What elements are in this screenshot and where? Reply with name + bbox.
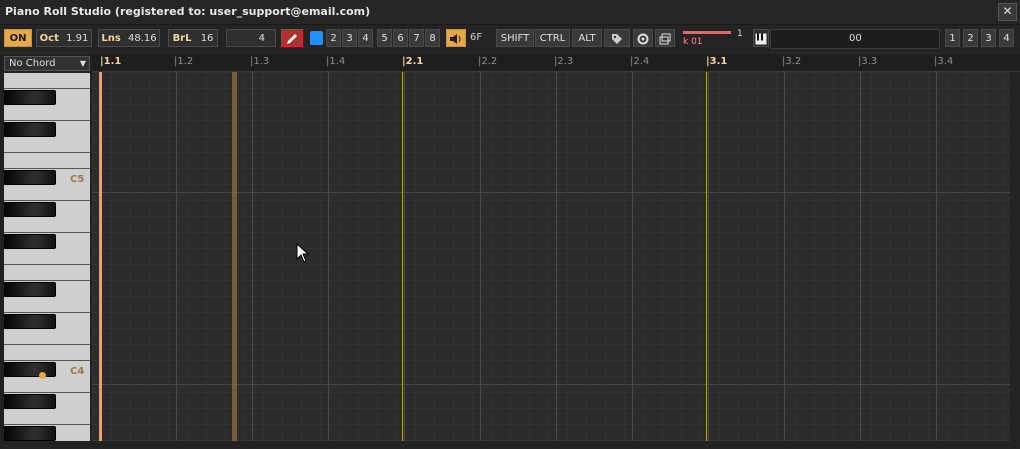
ruler-tick: |3.2 bbox=[782, 56, 802, 67]
mouse-cursor-icon bbox=[296, 243, 310, 263]
color-swatch-button[interactable] bbox=[310, 31, 323, 45]
channel-button-3[interactable]: 3 bbox=[342, 29, 357, 47]
channel-button-2[interactable]: 2 bbox=[326, 29, 341, 47]
white-key-divider bbox=[4, 280, 90, 281]
key-label-c5: C5 bbox=[70, 174, 85, 185]
ruler-tick: |3.4 bbox=[934, 56, 954, 67]
white-key-divider bbox=[4, 88, 90, 89]
piano-keys-icon[interactable] bbox=[753, 29, 769, 47]
lines-control[interactable]: Lns 48.16 bbox=[98, 29, 160, 47]
black-key[interactable] bbox=[4, 362, 56, 377]
page-button-2[interactable]: 2 bbox=[963, 29, 978, 47]
ruler-tick: |2.2 bbox=[478, 56, 498, 67]
ruler-tick: |1.3 bbox=[250, 56, 270, 67]
white-key-divider bbox=[4, 168, 90, 169]
note-grid[interactable] bbox=[92, 72, 1010, 441]
bottom-bar bbox=[0, 441, 1020, 449]
key-label-c4: C4 bbox=[70, 366, 85, 377]
value-input[interactable]: 00 bbox=[770, 29, 940, 49]
ruler-tick: |1.4 bbox=[326, 56, 346, 67]
black-key[interactable] bbox=[4, 394, 56, 409]
black-key[interactable] bbox=[4, 90, 56, 105]
note-grid-lines bbox=[92, 72, 1010, 441]
vertical-scrollbar[interactable] bbox=[1010, 72, 1020, 441]
window-title: Piano Roll Studio (registered to: user_s… bbox=[5, 5, 371, 18]
group-button-7[interactable]: 7 bbox=[409, 29, 424, 47]
white-key-divider bbox=[4, 200, 90, 201]
bar-length-label: BrL bbox=[172, 33, 192, 44]
chord-select-label: No Chord bbox=[9, 58, 56, 69]
window-icon[interactable] bbox=[655, 29, 675, 47]
black-key[interactable] bbox=[4, 314, 56, 329]
pencil-tool-icon[interactable] bbox=[281, 29, 303, 47]
gear-icon[interactable] bbox=[633, 29, 653, 47]
value-input-text: 00 bbox=[849, 33, 862, 44]
channel-button-4[interactable]: 4 bbox=[358, 29, 373, 47]
grid-division-field[interactable]: 4 bbox=[226, 29, 276, 47]
shift-modifier-button[interactable]: SHIFT bbox=[496, 29, 534, 47]
bar-length-value: 16 bbox=[200, 33, 214, 44]
velocity-label: k 01 bbox=[683, 37, 703, 47]
playhead-marker bbox=[232, 72, 237, 441]
lines-label: Lns bbox=[101, 33, 121, 44]
group-button-8[interactable]: 8 bbox=[425, 29, 440, 47]
velocity-value: 1 bbox=[737, 29, 743, 39]
black-key[interactable] bbox=[4, 426, 56, 441]
white-key-divider bbox=[4, 152, 90, 153]
lines-value: 48.16 bbox=[128, 33, 157, 44]
title-bar: Piano Roll Studio (registered to: user_s… bbox=[0, 0, 1020, 25]
ruler-tick: |1.2 bbox=[174, 56, 194, 67]
timeline-ruler[interactable]: |1.1 |1.2 |1.3 |1.4 |2.1 |2.2 |2.3 |2.4 |3.1 |3.2… bbox=[92, 54, 1020, 72]
black-key[interactable] bbox=[4, 282, 56, 297]
ruler-tick: |1.1 bbox=[100, 56, 122, 67]
ruler-tick: |2.4 bbox=[630, 56, 650, 67]
tag-icon[interactable] bbox=[604, 29, 630, 47]
page-button-1[interactable]: 1 bbox=[945, 29, 960, 47]
page-button-4[interactable]: 4 bbox=[999, 29, 1014, 47]
black-key[interactable] bbox=[4, 170, 56, 185]
ruler-tick: |2.3 bbox=[554, 56, 574, 67]
speaker-icon[interactable] bbox=[446, 29, 466, 47]
black-key[interactable] bbox=[4, 202, 56, 217]
chevron-down-icon: ▼ bbox=[79, 59, 86, 68]
white-key-divider bbox=[4, 360, 90, 361]
group-button-6[interactable]: 6 bbox=[393, 29, 408, 47]
close-icon[interactable]: ✕ bbox=[998, 3, 1017, 21]
octave-control[interactable]: Oct 1.91 bbox=[36, 29, 92, 47]
playhead-key-indicator bbox=[39, 372, 46, 379]
ruler-tick: |3.1 bbox=[706, 56, 728, 67]
black-key[interactable] bbox=[4, 122, 56, 137]
ruler-tick: |3.3 bbox=[858, 56, 878, 67]
octave-value: 1.91 bbox=[66, 33, 89, 44]
white-key-divider bbox=[4, 120, 90, 121]
white-key-divider bbox=[4, 344, 90, 345]
white-key-divider bbox=[4, 264, 90, 265]
velocity-bar[interactable] bbox=[683, 31, 731, 34]
white-key-divider bbox=[4, 312, 90, 313]
white-key-divider bbox=[4, 424, 90, 425]
group-button-5[interactable]: 5 bbox=[377, 29, 392, 47]
black-key[interactable] bbox=[4, 234, 56, 249]
on-toggle-button[interactable]: ON bbox=[4, 29, 32, 47]
page-button-3[interactable]: 3 bbox=[981, 29, 996, 47]
ruler-tick: |2.1 bbox=[402, 56, 424, 67]
white-key-divider bbox=[4, 392, 90, 393]
sound-value: 6F bbox=[470, 32, 483, 43]
chord-select[interactable]: No Chord ▼ bbox=[4, 56, 90, 71]
alt-modifier-button[interactable]: ALT bbox=[572, 29, 602, 47]
ctrl-modifier-button[interactable]: CTRL bbox=[535, 29, 570, 47]
octave-label: Oct bbox=[39, 33, 59, 44]
bar-length-control[interactable]: BrL 16 bbox=[168, 29, 218, 47]
white-key-divider bbox=[4, 232, 90, 233]
piano-keyboard[interactable] bbox=[4, 73, 90, 441]
